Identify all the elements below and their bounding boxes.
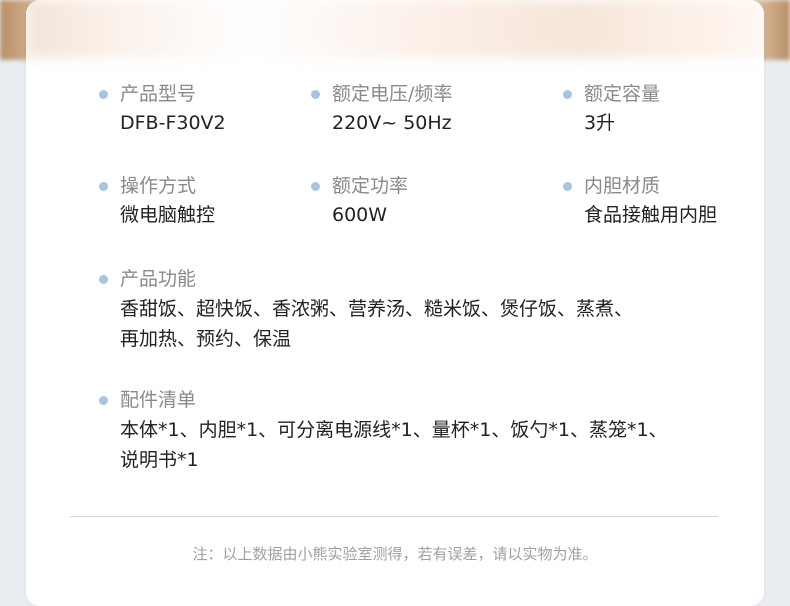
spec-label: 操作方式: [120, 175, 197, 197]
spec-value: 600W: [332, 204, 388, 226]
spec-label: 内胆材质: [584, 175, 661, 197]
accessories-line-1: 本体*1、内胆*1、可分离电源线*1、量杯*1、饭勺*1、蒸笼*1、: [120, 419, 668, 441]
accessories-line-2: 说明书*1: [120, 449, 199, 471]
spec-label: 额定容量: [584, 83, 661, 105]
spec-value: 3升: [584, 112, 616, 134]
functions-line-2: 再加热、预约、保温: [120, 328, 292, 350]
spec-card: 产品型号 DFB-F30V2 额定电压/频率 220V~ 50Hz 额定容量 3…: [26, 0, 764, 606]
spec-label: 产品型号: [120, 83, 197, 105]
spec-label: 额定功率: [332, 175, 409, 197]
spec-value: 220V~ 50Hz: [332, 112, 452, 134]
blurred-header-strip: [26, 0, 764, 58]
spec-value: 本体*1、内胆*1、可分离电源线*1、量杯*1、饭勺*1、蒸笼*1、 说明书*1: [120, 415, 720, 475]
spec-value: 微电脑触控: [120, 204, 216, 226]
spec-label: 配件清单: [120, 389, 197, 411]
spec-value: 香甜饭、超快饭、香浓粥、营养汤、糙米饭、煲仔饭、蒸煮、 再加热、预约、保温: [120, 294, 720, 354]
disclaimer-note: 注：以上数据由小熊实验室测得，若有误差，请以实物为准。: [192, 545, 598, 563]
spec-label: 额定电压/频率: [332, 83, 453, 105]
spec-value: DFB-F30V2: [120, 112, 226, 134]
divider: [70, 516, 718, 517]
functions-line-1: 香甜饭、超快饭、香浓粥、营养汤、糙米饭、煲仔饭、蒸煮、: [120, 298, 634, 320]
spec-value: 食品接触用内胆: [584, 204, 718, 226]
spec-label: 产品功能: [120, 268, 197, 290]
